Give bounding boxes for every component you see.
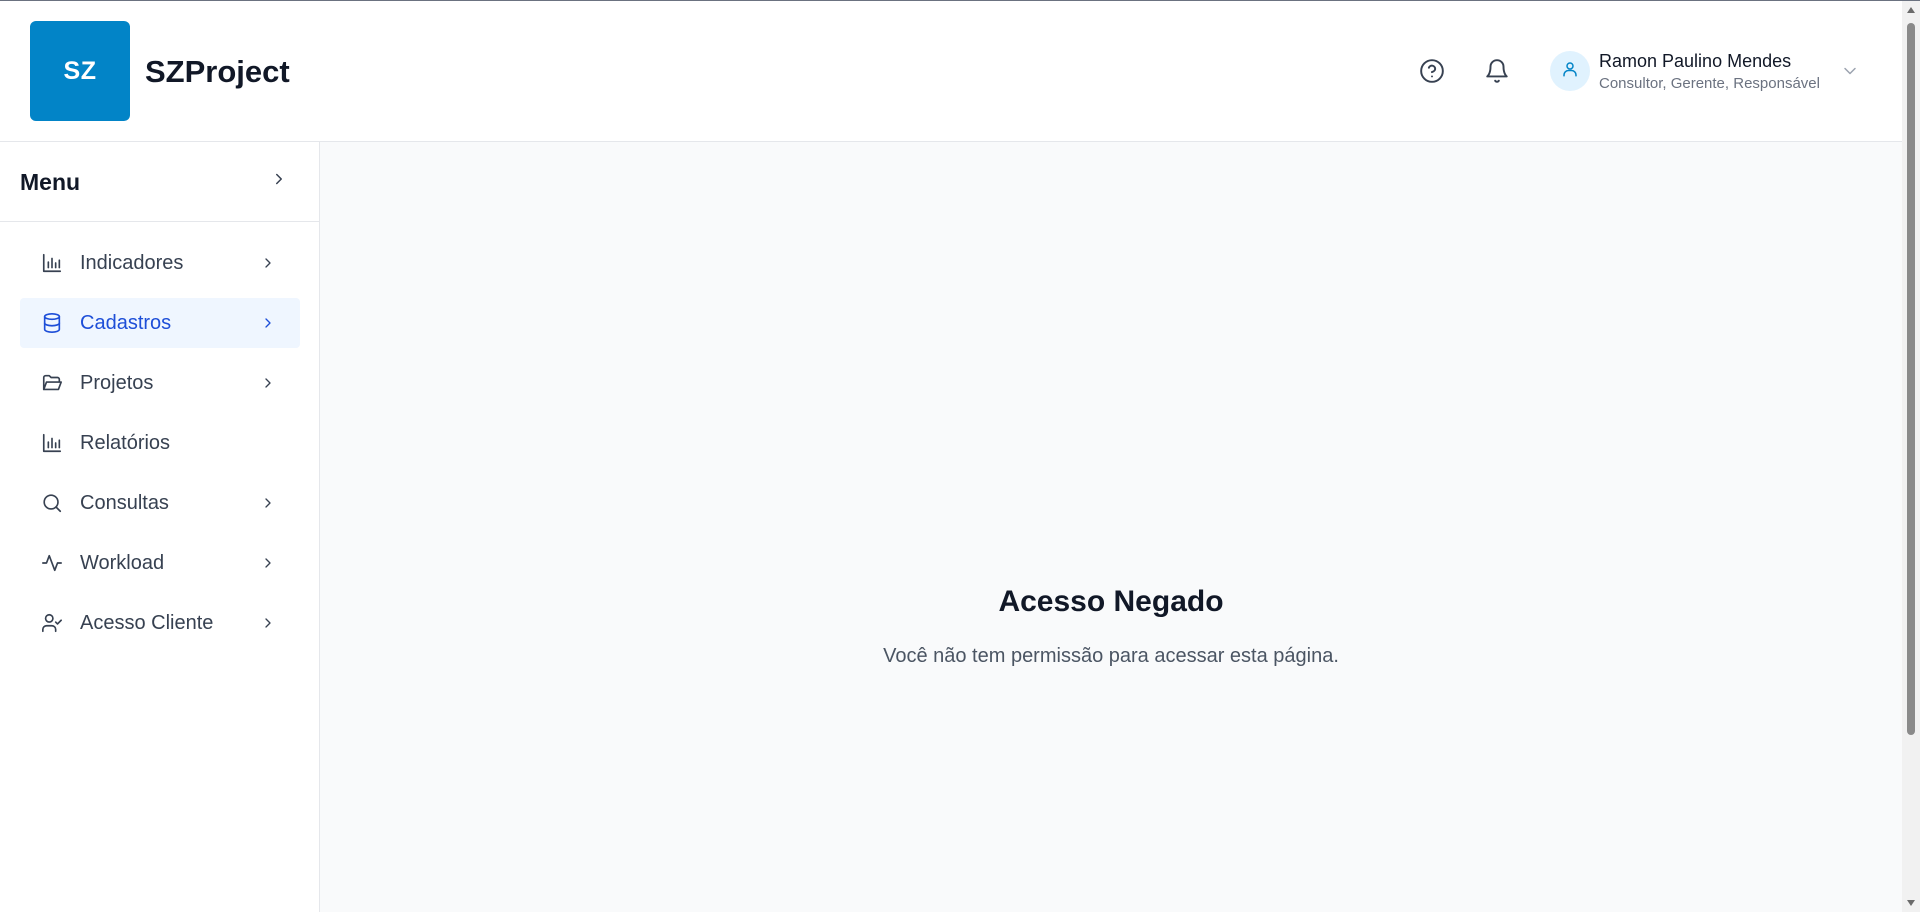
folder-open-icon: [40, 371, 64, 395]
page-scrollbar[interactable]: [1902, 1, 1920, 912]
chevron-right-icon: [270, 170, 288, 193]
bar-chart-icon: [40, 431, 64, 455]
help-circle-icon[interactable]: [1418, 57, 1446, 85]
scroll-down-arrow-icon[interactable]: [1902, 894, 1920, 912]
sidebar-item-label: Cadastros: [80, 312, 172, 334]
avatar: [1550, 51, 1590, 91]
bar-chart-icon: [40, 251, 64, 275]
chevron-right-icon: [258, 253, 278, 273]
sidebar-item-label: Consultas: [80, 492, 169, 514]
sidebar-item-label: Workload: [80, 552, 165, 574]
user-menu[interactable]: Ramon Paulino Mendes Consultor, Gerente,…: [1548, 49, 1868, 97]
access-denied-message: Você não tem permissão para acessar esta…: [883, 645, 1339, 667]
sidebar-item-relatorios[interactable]: Relatórios: [20, 418, 300, 468]
search-icon: [40, 491, 64, 515]
sidebar-item-label: Relatórios: [80, 432, 171, 454]
chevron-right-icon: [258, 553, 278, 573]
sidebar-item-projetos[interactable]: Projetos: [20, 358, 300, 408]
sidebar-item-cadastros[interactable]: Cadastros: [20, 298, 300, 348]
sidebar-toggle-button[interactable]: [268, 170, 290, 192]
user-name: Ramon Paulino Mendes: [1599, 51, 1792, 71]
sidebar-item-acesso-cliente[interactable]: Acesso Cliente: [20, 598, 300, 648]
user-check-icon: [40, 611, 64, 635]
chevron-down-icon[interactable]: [1840, 61, 1860, 81]
sidebar: Menu Indicadores Cadastros Projetos Rela…: [0, 142, 320, 912]
app-name: SZProject: [145, 54, 290, 89]
scroll-up-arrow-icon[interactable]: [1902, 1, 1920, 19]
scrollbar-thumb[interactable]: [1907, 23, 1915, 735]
database-icon: [40, 311, 64, 335]
chevron-right-icon: [258, 373, 278, 393]
sidebar-header: Menu: [0, 142, 319, 222]
sidebar-item-consultas[interactable]: Consultas: [20, 478, 300, 528]
main-content: Acesso Negado Você não tem permissão par…: [320, 142, 1902, 912]
sidebar-title: Menu: [20, 169, 81, 195]
chevron-right-icon: [258, 493, 278, 513]
user-icon: [1561, 60, 1579, 83]
sidebar-item-label: Indicadores: [80, 252, 184, 274]
bell-icon[interactable]: [1483, 57, 1511, 85]
app-logo[interactable]: SZ: [30, 21, 130, 121]
sidebar-item-label: Acesso Cliente: [80, 612, 214, 634]
app-header: SZ SZProject Ramon Paulino Mendes Consul…: [0, 1, 1902, 142]
sidebar-item-label: Projetos: [80, 372, 154, 394]
chevron-right-icon: [258, 613, 278, 633]
access-denied-title: Acesso Negado: [998, 585, 1224, 618]
sidebar-item-indicadores[interactable]: Indicadores: [20, 238, 300, 288]
user-roles: Consultor, Gerente, Responsável: [1599, 75, 1820, 92]
sidebar-nav: Indicadores Cadastros Projetos Relatório…: [20, 238, 300, 658]
activity-icon: [40, 551, 64, 575]
sidebar-item-workload[interactable]: Workload: [20, 538, 300, 588]
chevron-right-icon: [258, 313, 278, 333]
